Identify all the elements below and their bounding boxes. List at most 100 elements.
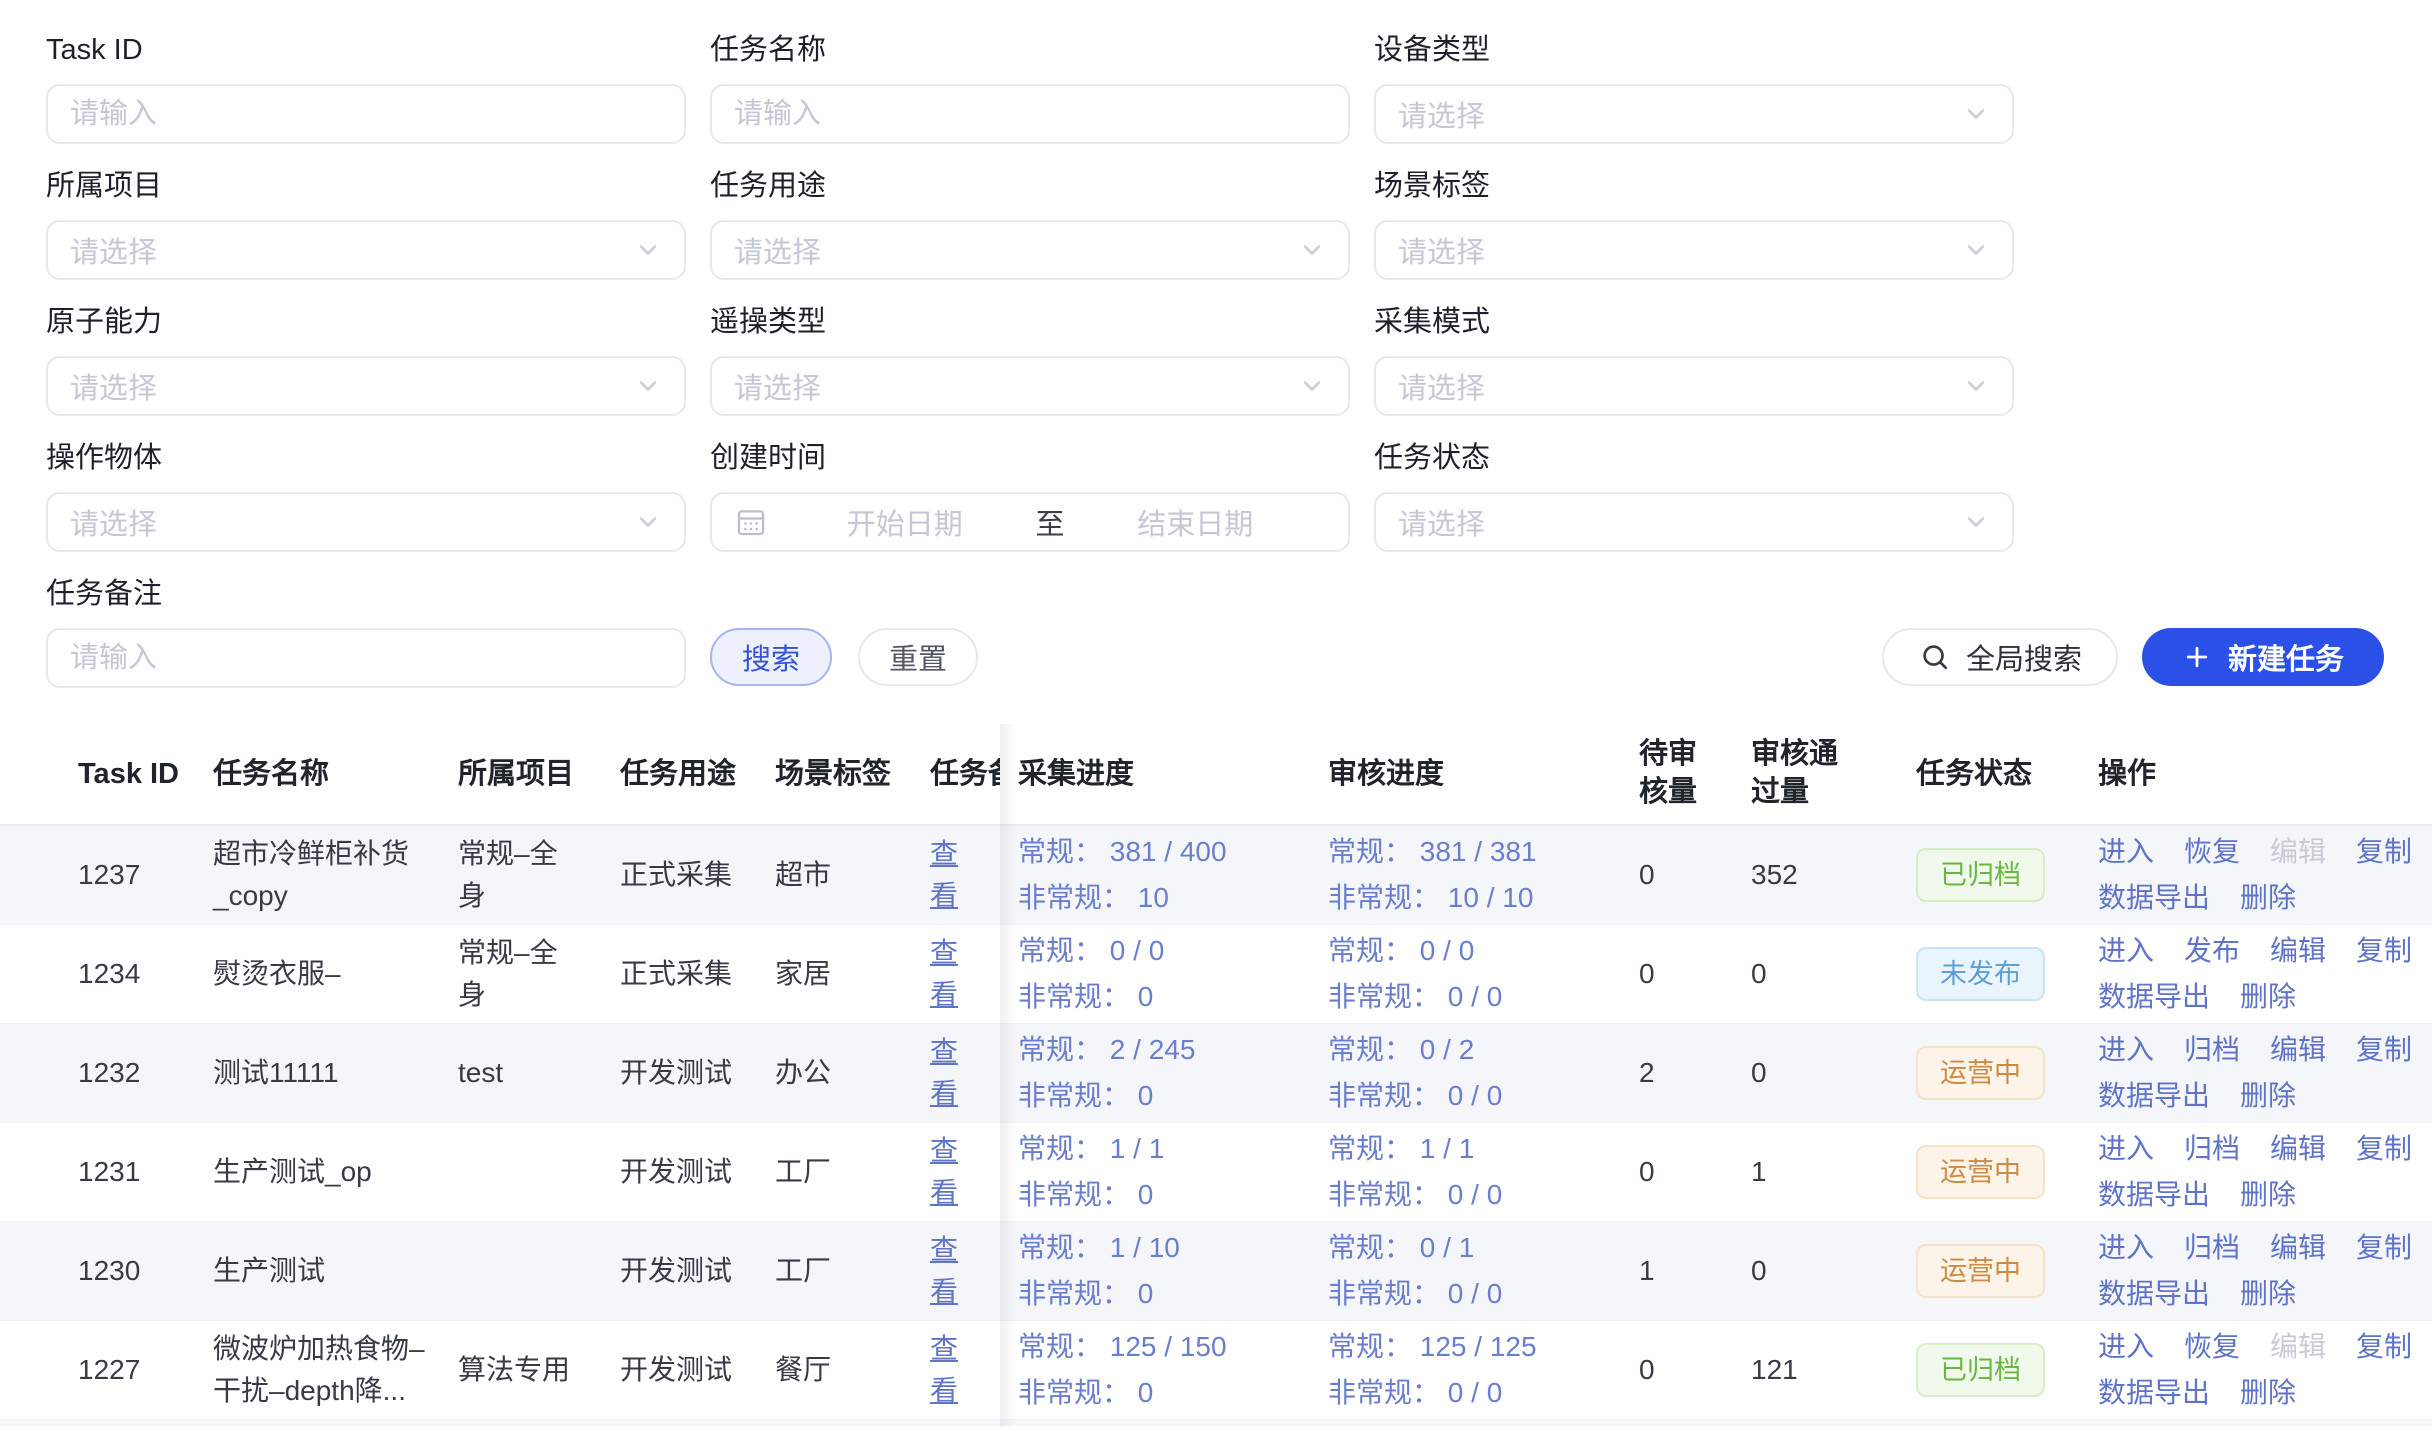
task-remark-input[interactable] bbox=[46, 628, 686, 688]
global-search-button[interactable]: 全局搜索 bbox=[1882, 628, 2118, 686]
action-link[interactable]: 复制 bbox=[2356, 1126, 2412, 1172]
status-badge: 运营中 bbox=[1916, 1244, 2045, 1298]
action-link[interactable]: 数据导出 bbox=[2098, 1073, 2210, 1119]
task-id-input[interactable] bbox=[46, 84, 686, 144]
filter-field-collect-mode: 采集模式 请选择 bbox=[1374, 302, 2014, 416]
atomic-ability-select[interactable]: 请选择 bbox=[46, 356, 686, 416]
cell-actions: 进入 归档 编辑 复制 数据导出 删除 bbox=[2080, 1027, 2432, 1119]
action-link[interactable]: 删除 bbox=[2240, 974, 2296, 1020]
action-link[interactable]: 编辑 bbox=[2270, 928, 2326, 974]
view-remark-link[interactable]: 查看 bbox=[930, 1036, 958, 1109]
teleop-type-select[interactable]: 请选择 bbox=[710, 356, 1350, 416]
action-link[interactable]: 归档 bbox=[2184, 1027, 2240, 1073]
chevron-down-icon bbox=[634, 508, 662, 536]
create-time-range-picker[interactable]: 开始日期 至 结束日期 bbox=[710, 492, 1350, 552]
action-link[interactable]: 数据导出 bbox=[2098, 1370, 2210, 1416]
action-link[interactable]: 编辑 bbox=[2270, 1126, 2326, 1172]
status-badge: 未发布 bbox=[1916, 947, 2045, 1001]
action-link[interactable]: 恢复 bbox=[2184, 829, 2240, 875]
action-link[interactable]: 编辑 bbox=[2270, 1027, 2326, 1073]
cell-task-id: 1232 bbox=[60, 1052, 195, 1094]
cell-pending-count: 2 bbox=[1621, 1052, 1733, 1094]
action-link[interactable]: 删除 bbox=[2240, 1073, 2296, 1119]
col-pending-count: 待审核量 bbox=[1621, 735, 1733, 813]
cell-collect-progress: 常规： 2 / 245非常规： 0 bbox=[1000, 1027, 1310, 1119]
action-link[interactable]: 复制 bbox=[2356, 1324, 2412, 1370]
select-placeholder: 请选择 bbox=[1398, 365, 1485, 407]
view-remark-link[interactable]: 查看 bbox=[930, 1135, 958, 1208]
cell-review-progress: 常规： 1 / 1非常规： 0 / 0 bbox=[1310, 1126, 1621, 1218]
device-type-select[interactable]: 请选择 bbox=[1374, 84, 2014, 144]
chevron-down-icon bbox=[1962, 236, 1990, 264]
action-link[interactable]: 进入 bbox=[2098, 928, 2154, 974]
filter-label: 任务用途 bbox=[710, 166, 1350, 206]
action-link[interactable]: 编辑 bbox=[2270, 1324, 2326, 1370]
start-date-placeholder[interactable]: 开始日期 bbox=[774, 501, 1036, 543]
chevron-down-icon bbox=[1962, 372, 1990, 400]
task-status-select[interactable]: 请选择 bbox=[1374, 492, 2014, 552]
action-link[interactable]: 进入 bbox=[2098, 1324, 2154, 1370]
filter-field-object: 操作物体 请选择 bbox=[46, 438, 686, 552]
action-link[interactable]: 复制 bbox=[2356, 1225, 2412, 1271]
cell-approved-count: 0 bbox=[1733, 1250, 1898, 1292]
action-link[interactable]: 发布 bbox=[2184, 928, 2240, 974]
action-link[interactable]: 数据导出 bbox=[2098, 1172, 2210, 1218]
action-link[interactable]: 删除 bbox=[2240, 875, 2296, 921]
action-link[interactable]: 删除 bbox=[2240, 1370, 2296, 1416]
view-remark-link[interactable]: 查看 bbox=[930, 1234, 958, 1307]
filter-panel: Task ID 任务名称 设备类型 请选择 所属项目 请选择 任务用途 请选择 bbox=[0, 0, 2432, 688]
task-table: Task ID 任务名称 所属项目 任务用途 场景标签 任务备注 采集进度 审核… bbox=[0, 724, 2432, 1426]
action-link[interactable]: 删除 bbox=[2240, 1172, 2296, 1218]
action-link[interactable]: 编辑 bbox=[2270, 829, 2326, 875]
collect-mode-select[interactable]: 请选择 bbox=[1374, 356, 2014, 416]
create-task-button[interactable]: 新建任务 bbox=[2142, 628, 2384, 686]
view-remark-link[interactable]: 查看 bbox=[930, 937, 958, 1010]
cell-purpose: 开发测试 bbox=[602, 1052, 757, 1094]
filter-label: 所属项目 bbox=[46, 166, 686, 206]
action-link[interactable]: 复制 bbox=[2356, 829, 2412, 875]
cell-approved-count: 121 bbox=[1733, 1349, 1898, 1391]
cell-approved-count: 352 bbox=[1733, 854, 1898, 896]
action-link[interactable]: 数据导出 bbox=[2098, 875, 2210, 921]
action-link[interactable]: 删除 bbox=[2240, 1271, 2296, 1317]
magnifier-icon bbox=[1918, 640, 1952, 674]
cell-project: 常规–全身 bbox=[440, 932, 602, 1016]
col-purpose: 任务用途 bbox=[602, 753, 757, 795]
plus-icon bbox=[2182, 642, 2212, 672]
cell-project: 常规–全身 bbox=[440, 833, 602, 917]
operate-object-select[interactable]: 请选择 bbox=[46, 492, 686, 552]
action-link[interactable]: 数据导出 bbox=[2098, 974, 2210, 1020]
action-link[interactable]: 复制 bbox=[2356, 928, 2412, 974]
cell-task-name: 生产测试 bbox=[195, 1250, 440, 1292]
partial-next-row bbox=[0, 1420, 2432, 1426]
filter-label: 操作物体 bbox=[46, 438, 686, 478]
cell-review-progress: 常规： 125 / 125非常规： 0 / 0 bbox=[1310, 1324, 1621, 1416]
col-status: 任务状态 bbox=[1898, 753, 2080, 795]
action-link[interactable]: 进入 bbox=[2098, 1126, 2154, 1172]
action-link[interactable]: 进入 bbox=[2098, 829, 2154, 875]
action-link[interactable]: 归档 bbox=[2184, 1225, 2240, 1271]
end-date-placeholder[interactable]: 结束日期 bbox=[1065, 501, 1327, 543]
filter-field-purpose: 任务用途 请选择 bbox=[710, 166, 1350, 280]
action-link[interactable]: 数据导出 bbox=[2098, 1271, 2210, 1317]
cell-review-progress: 常规： 0 / 1非常规： 0 / 0 bbox=[1310, 1225, 1621, 1317]
chevron-down-icon bbox=[1298, 236, 1326, 264]
cell-collect-progress: 常规： 1 / 1非常规： 0 bbox=[1000, 1126, 1310, 1218]
action-link[interactable]: 进入 bbox=[2098, 1027, 2154, 1073]
search-button[interactable]: 搜索 bbox=[710, 628, 832, 686]
action-link[interactable]: 编辑 bbox=[2270, 1225, 2326, 1271]
scene-tag-select[interactable]: 请选择 bbox=[1374, 220, 2014, 280]
action-link[interactable]: 归档 bbox=[2184, 1126, 2240, 1172]
reset-button[interactable]: 重置 bbox=[858, 628, 978, 686]
project-select[interactable]: 请选择 bbox=[46, 220, 686, 280]
view-remark-link[interactable]: 查看 bbox=[930, 1333, 958, 1406]
view-remark-link[interactable]: 查看 bbox=[930, 838, 958, 911]
task-name-input[interactable] bbox=[710, 84, 1350, 144]
cell-scene-tag: 工厂 bbox=[757, 1250, 912, 1292]
action-link[interactable]: 进入 bbox=[2098, 1225, 2154, 1271]
task-purpose-select[interactable]: 请选择 bbox=[710, 220, 1350, 280]
table-header: Task ID 任务名称 所属项目 任务用途 场景标签 任务备注 采集进度 审核… bbox=[0, 724, 2432, 826]
col-approved-count: 审核通过量 bbox=[1733, 735, 1898, 813]
action-link[interactable]: 恢复 bbox=[2184, 1324, 2240, 1370]
action-link[interactable]: 复制 bbox=[2356, 1027, 2412, 1073]
